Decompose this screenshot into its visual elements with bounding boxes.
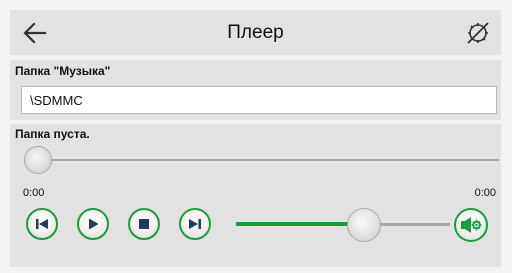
page-title: Плеер (227, 22, 284, 43)
folder-label: Папка "Музыка" (15, 64, 111, 78)
skip-next-icon (189, 219, 201, 229)
folder-path-input[interactable] (21, 86, 497, 114)
skip-previous-icon (36, 219, 48, 229)
folder-panel: Папка "Музыка" (10, 60, 501, 120)
player-status: Папка пуста. (15, 127, 90, 141)
volume-settings-button[interactable] (454, 208, 488, 242)
seek-track (24, 159, 499, 161)
seek-slider[interactable] (24, 146, 499, 174)
volume-slider[interactable] (236, 208, 450, 242)
settings-disabled-icon[interactable] (465, 20, 491, 46)
play-icon (89, 218, 99, 230)
stop-icon (139, 219, 149, 229)
volume-level-fill (236, 222, 365, 226)
previous-button[interactable] (26, 208, 58, 240)
stop-button[interactable] (128, 208, 160, 240)
volume-thumb[interactable] (347, 208, 382, 242)
time-total: 0:00 (474, 187, 496, 199)
play-button[interactable] (77, 208, 109, 240)
seek-thumb[interactable] (24, 146, 52, 174)
next-button[interactable] (179, 208, 211, 240)
player-panel: Папка пуста. 0:00 0:00 (10, 124, 501, 267)
top-bar: Плеер (10, 10, 501, 55)
speaker-settings-icon (461, 217, 482, 233)
time-elapsed: 0:00 (23, 187, 45, 199)
